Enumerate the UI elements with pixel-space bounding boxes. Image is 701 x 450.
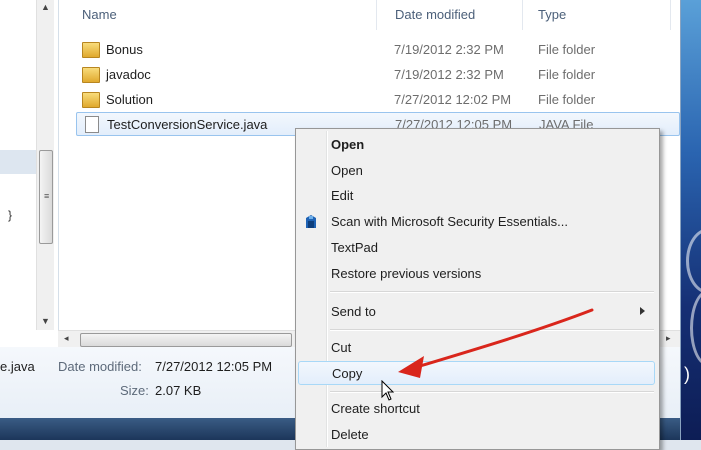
menu-item-label: Cut [331, 340, 352, 355]
menu-item-restore-previous-versions[interactable]: Restore previous versions [318, 262, 675, 286]
nav-selected-item[interactable] [0, 150, 38, 174]
menu-item-label: TextPad [331, 240, 378, 255]
mouse-cursor-icon [381, 380, 395, 401]
file-name: Bonus [106, 42, 143, 57]
horizontal-scroll-thumb[interactable] [80, 333, 292, 347]
desktop-swirl [690, 290, 701, 366]
context-menu: Open Open Edit Scan with Microsoft Secur… [295, 128, 660, 450]
column-divider[interactable] [522, 0, 523, 30]
menu-item-label: Restore previous versions [331, 266, 482, 281]
file-name: TestConversionService.java [107, 117, 268, 132]
menu-item-label: Create shortcut [331, 401, 420, 416]
details-date-value: 7/27/2012 12:05 PM [155, 359, 273, 374]
details-size-value: 2.07 KB [155, 383, 202, 398]
desktop-glyph: ) [684, 364, 690, 384]
menu-separator [330, 391, 654, 393]
file-row[interactable]: Bonus 7/19/2012 2:32 PM File folder [76, 38, 680, 62]
menu-item-label: Open [331, 137, 365, 152]
file-row[interactable]: javadoc 7/19/2012 2:32 PM File folder [76, 63, 680, 87]
details-file-name: e.java [0, 359, 35, 374]
column-headers: Name Date modified Type [70, 0, 680, 30]
column-divider[interactable] [670, 0, 671, 30]
desktop-background: ) [680, 0, 701, 440]
scroll-left-arrow-icon[interactable]: ◂ [64, 333, 69, 344]
file-name: javadoc [106, 67, 151, 82]
menu-item-scan[interactable]: Scan with Microsoft Security Essentials.… [306, 210, 655, 234]
details-date-label: Date modified: [58, 359, 142, 374]
folder-icon [82, 67, 100, 83]
folder-icon [82, 92, 100, 108]
file-type: File folder [538, 67, 596, 82]
menu-separator [330, 329, 654, 331]
menu-item-label: Edit [331, 188, 354, 203]
menu-item-copy[interactable]: Copy [298, 361, 655, 385]
menu-item-label: Send to [331, 304, 376, 319]
java-file-icon [85, 116, 99, 133]
nav-item-fragment[interactable]: } [8, 208, 12, 222]
column-divider[interactable] [376, 0, 377, 30]
nav-vertical-scrollbar[interactable]: ▲ ≡ ▼ [36, 0, 54, 330]
menu-item-create-shortcut[interactable]: Create shortcut [318, 397, 675, 421]
column-header-date-modified[interactable]: Date modified [395, 7, 475, 22]
file-date: 7/19/2012 2:32 PM [394, 67, 504, 82]
file-date: 7/27/2012 12:02 PM [394, 92, 512, 107]
security-essentials-icon [306, 215, 316, 228]
menu-item-cut[interactable]: Cut [318, 336, 675, 360]
scroll-up-arrow-icon[interactable]: ▲ [41, 2, 50, 12]
submenu-arrow-icon [640, 307, 645, 315]
desktop-swirl [686, 228, 701, 294]
grip-icon: ≡ [44, 191, 50, 201]
menu-item-delete[interactable]: Delete [318, 423, 675, 447]
menu-separator [330, 291, 654, 293]
details-size-label: Size: [120, 383, 149, 398]
file-type: File folder [538, 42, 596, 57]
menu-item-edit[interactable]: Edit [318, 184, 675, 208]
folder-icon [82, 42, 100, 58]
file-date: 7/19/2012 2:32 PM [394, 42, 504, 57]
column-header-type[interactable]: Type [538, 7, 566, 22]
menu-item-open-default[interactable]: Open [318, 133, 675, 157]
menu-item-label: Scan with Microsoft Security Essentials.… [331, 214, 568, 229]
file-name: Solution [106, 92, 153, 107]
scroll-down-arrow-icon[interactable]: ▼ [41, 316, 50, 326]
menu-item-open[interactable]: Open [318, 159, 675, 183]
file-row[interactable]: Solution 7/27/2012 12:02 PM File folder [76, 88, 680, 112]
menu-item-send-to[interactable]: Send to [318, 300, 655, 324]
menu-item-label: Copy [332, 366, 363, 381]
menu-item-textpad[interactable]: TextPad [318, 236, 675, 260]
file-type: File folder [538, 92, 596, 107]
menu-item-label: Open [331, 163, 363, 178]
navigation-pane: } ▲ ≡ ▼ [0, 0, 59, 330]
column-header-name[interactable]: Name [82, 7, 117, 22]
nav-scroll-thumb[interactable]: ≡ [39, 150, 53, 244]
